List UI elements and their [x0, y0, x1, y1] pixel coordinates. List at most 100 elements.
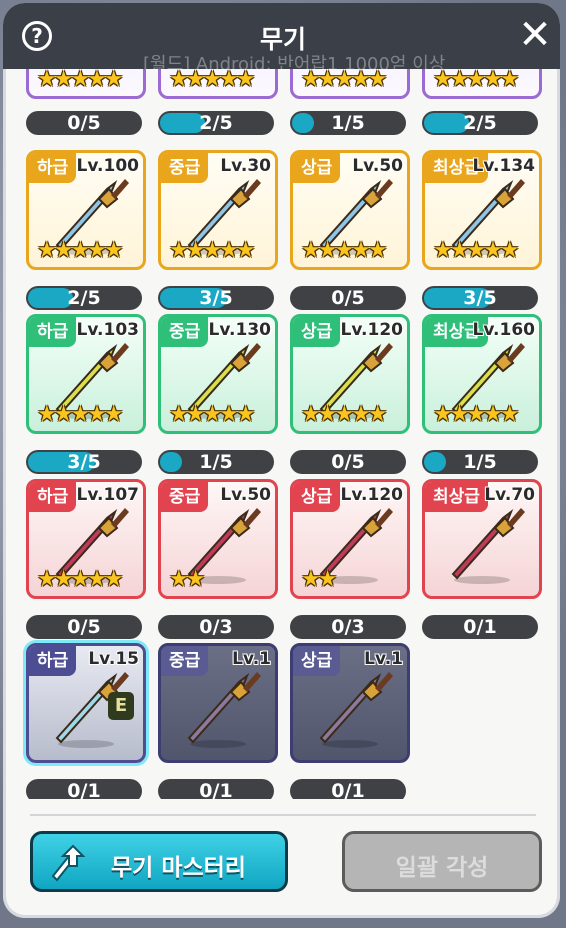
progress-count: 0/1 — [463, 616, 497, 638]
progress-count: 0/5 — [67, 112, 101, 134]
weapon-0-progress-bar: 2/5 — [26, 286, 142, 310]
weapon-mastery-label: 무기 마스터리 — [111, 855, 246, 881]
grade-label: 중급 — [161, 482, 209, 512]
weapon-14-progress-bar: 0/1 — [290, 779, 406, 799]
weapon-card[interactable]: 하급 Lv.103 ★★★★★ — [26, 314, 146, 434]
level-label: Lv.107 — [76, 485, 139, 505]
level-label: Lv.15 — [88, 649, 139, 669]
weapon-card[interactable]: 최상급 Lv.134 ★★★★★ — [422, 150, 542, 270]
grade-label: 상급 — [293, 482, 341, 512]
weapon-card[interactable]: 중급 Lv.50 ★★ — [158, 479, 278, 599]
grade-label: 최상급 — [425, 482, 488, 512]
weapon-7-progress-bar: 1/5 — [422, 450, 538, 474]
weapon-card[interactable]: 상급 Lv.50 ★★★★★ — [290, 150, 410, 270]
divider — [30, 814, 536, 816]
star-rating: ★★ — [169, 567, 205, 592]
star-rating: ★★★★★ — [169, 69, 256, 92]
weapon-card[interactable]: 하급 Lv.100 ★★★★★ — [26, 150, 146, 270]
bulk-awaken-button[interactable]: 일괄 각성 — [342, 831, 542, 892]
weapon-9-progress-bar: 0/3 — [158, 615, 274, 639]
weapon-card-partial[interactable]: ★★★★★ — [158, 69, 278, 99]
progress-count: 2/5 — [67, 287, 101, 309]
progress-count: 0/1 — [199, 780, 233, 799]
star-rating: ★★★★★ — [37, 238, 124, 263]
star-rating: ★★ — [301, 567, 337, 592]
grade-label: 하급 — [29, 646, 77, 676]
star-rating: ★★★★★ — [301, 69, 388, 92]
grade-label: 하급 — [29, 153, 77, 183]
level-label: Lv.103 — [76, 320, 139, 340]
level-label: Lv.134 — [472, 156, 535, 176]
bulk-awaken-label: 일괄 각성 — [395, 855, 489, 881]
weapon-card[interactable]: 최상급 Lv.70 — [422, 479, 542, 599]
level-label: Lv.50 — [220, 485, 271, 505]
weapon-4-progress-bar: 3/5 — [26, 450, 142, 474]
grade-label: 하급 — [29, 482, 77, 512]
progress-count: 0/1 — [67, 780, 101, 799]
weapon-3-progress-bar: 3/5 — [422, 286, 538, 310]
weapon-grid[interactable]: ★★★★★ 0/5 ★★★★★ 2/5 ★★★★★ 1/5 ★★★★★ 2/5 하급 Lv.100… — [18, 69, 548, 799]
level-label: Lv.120 — [340, 485, 403, 505]
equipped-badge: E — [108, 692, 134, 720]
weapon-card-partial[interactable]: ★★★★★ — [422, 69, 542, 99]
sword-upgrade-icon — [51, 844, 86, 882]
star-rating: ★★★★★ — [37, 69, 124, 92]
progress-count: 0/5 — [67, 616, 101, 638]
weapon-5-progress-bar: 1/5 — [158, 450, 274, 474]
progress-count: 0/1 — [331, 780, 365, 799]
level-label: Lv.160 — [472, 320, 535, 340]
progress-count: 3/5 — [199, 287, 233, 309]
star-rating: ★★★★★ — [169, 238, 256, 263]
progress-count: 1/5 — [331, 112, 365, 134]
weapon-2-progress-bar: 0/5 — [290, 286, 406, 310]
star-rating: ★★★★★ — [37, 567, 124, 592]
weapon-10-progress-bar: 0/3 — [290, 615, 406, 639]
weapon-card[interactable]: 상급 Lv.120 ★★★★★ — [290, 314, 410, 434]
grade-label: 하급 — [29, 317, 77, 347]
grade-label: 상급 — [293, 646, 341, 676]
grade-label: 상급 — [293, 153, 341, 183]
star-rating: ★★★★★ — [169, 402, 256, 427]
star-rating: ★★★★★ — [301, 238, 388, 263]
level-label: Lv.100 — [76, 156, 139, 176]
star-rating: ★★★★★ — [433, 69, 520, 92]
weapon-card[interactable]: 최상급 Lv.160 ★★★★★ — [422, 314, 542, 434]
top-0-progress-bar: 0/5 — [26, 111, 142, 135]
weapon-card[interactable]: 중급 Lv.130 ★★★★★ — [158, 314, 278, 434]
star-rating: ★★★★★ — [433, 402, 520, 427]
weapon-card[interactable]: 중급 Lv.30 ★★★★★ — [158, 150, 278, 270]
weapon-card[interactable]: 하급 Lv.107 ★★★★★ — [26, 479, 146, 599]
level-label: Lv.1 — [232, 649, 271, 669]
weapon-6-progress-bar: 0/5 — [290, 450, 406, 474]
close-button[interactable]: ✕ — [517, 15, 553, 55]
progress-count: 2/5 — [463, 112, 497, 134]
weapon-mastery-button[interactable]: 무기 마스터리 — [30, 831, 288, 892]
progress-count: 2/5 — [199, 112, 233, 134]
progress-count: 1/5 — [463, 451, 497, 473]
grade-label: 상급 — [293, 317, 341, 347]
star-rating: ★★★★★ — [37, 402, 124, 427]
weapon-card[interactable]: 상급 Lv.1 — [290, 643, 410, 763]
progress-count: 0/3 — [199, 616, 233, 638]
modal-title: 무기 — [259, 25, 306, 54]
progress-count: 1/5 — [199, 451, 233, 473]
level-label: Lv.70 — [484, 485, 535, 505]
weapon-1-progress-bar: 3/5 — [158, 286, 274, 310]
progress-count: 3/5 — [67, 451, 101, 473]
weapon-card-partial[interactable]: ★★★★★ — [26, 69, 146, 99]
weapon-card[interactable]: 중급 Lv.1 — [158, 643, 278, 763]
top-3-progress-bar: 2/5 — [422, 111, 538, 135]
progress-count: 3/5 — [463, 287, 497, 309]
progress-count: 0/3 — [331, 616, 365, 638]
top-1-progress-bar: 2/5 — [158, 111, 274, 135]
level-label: Lv.120 — [340, 320, 403, 340]
star-rating: ★★★★★ — [433, 238, 520, 263]
star-rating: ★★★★★ — [301, 402, 388, 427]
top-2-progress-bar: 1/5 — [290, 111, 406, 135]
weapon-card[interactable]: 상급 Lv.120 ★★ — [290, 479, 410, 599]
weapon-12-progress-bar: 0/1 — [26, 779, 142, 799]
weapon-card[interactable]: 하급 Lv.15 E — [26, 643, 146, 763]
weapon-card-partial[interactable]: ★★★★★ — [290, 69, 410, 99]
progress-count: 0/5 — [331, 287, 365, 309]
weapon-8-progress-bar: 0/5 — [26, 615, 142, 639]
